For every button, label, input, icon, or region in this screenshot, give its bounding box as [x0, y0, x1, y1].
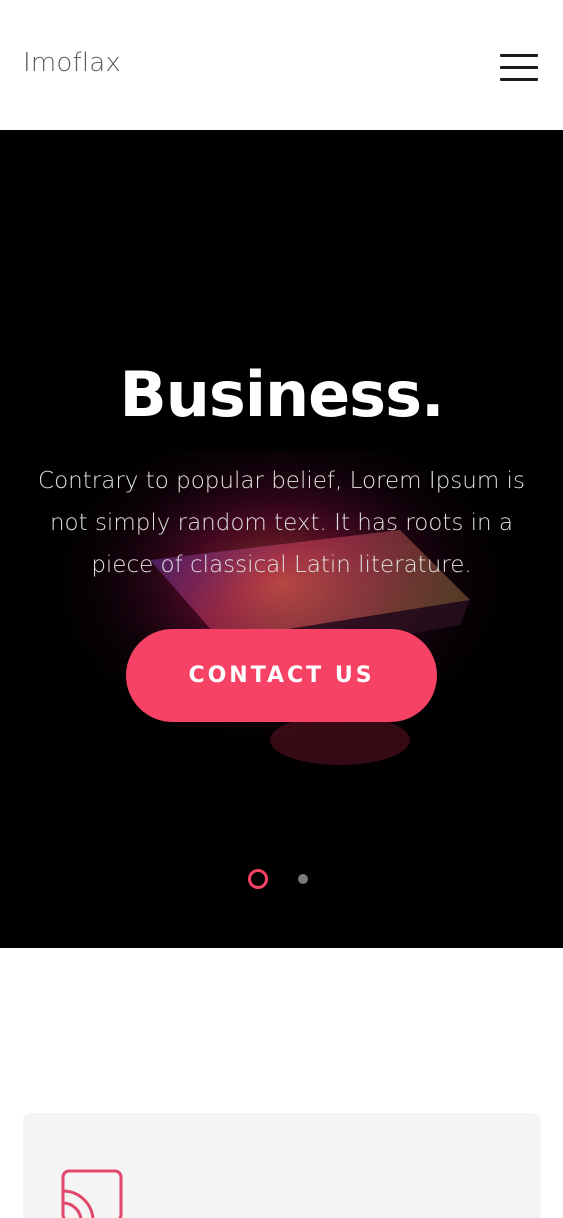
hero-title: Business. [119, 358, 444, 431]
site-header: Imoflax [0, 0, 563, 130]
slider-dot[interactable] [298, 874, 308, 884]
menu-bar-bottom [500, 78, 538, 81]
menu-bar-middle [500, 66, 538, 69]
hero-description: Contrary to popular belief, Lorem Ipsum … [38, 468, 525, 578]
contact-us-button[interactable]: CONTACT US [126, 629, 437, 722]
feature-card [23, 1113, 541, 1218]
cast-icon [61, 1169, 123, 1218]
menu-bar-top [500, 54, 538, 57]
hero-slider: Business. Contrary to popular belief, Lo… [0, 130, 563, 948]
hamburger-menu-icon[interactable] [500, 54, 538, 82]
slider-dot-active[interactable] [248, 869, 268, 889]
site-logo[interactable]: Imoflax [23, 48, 121, 78]
